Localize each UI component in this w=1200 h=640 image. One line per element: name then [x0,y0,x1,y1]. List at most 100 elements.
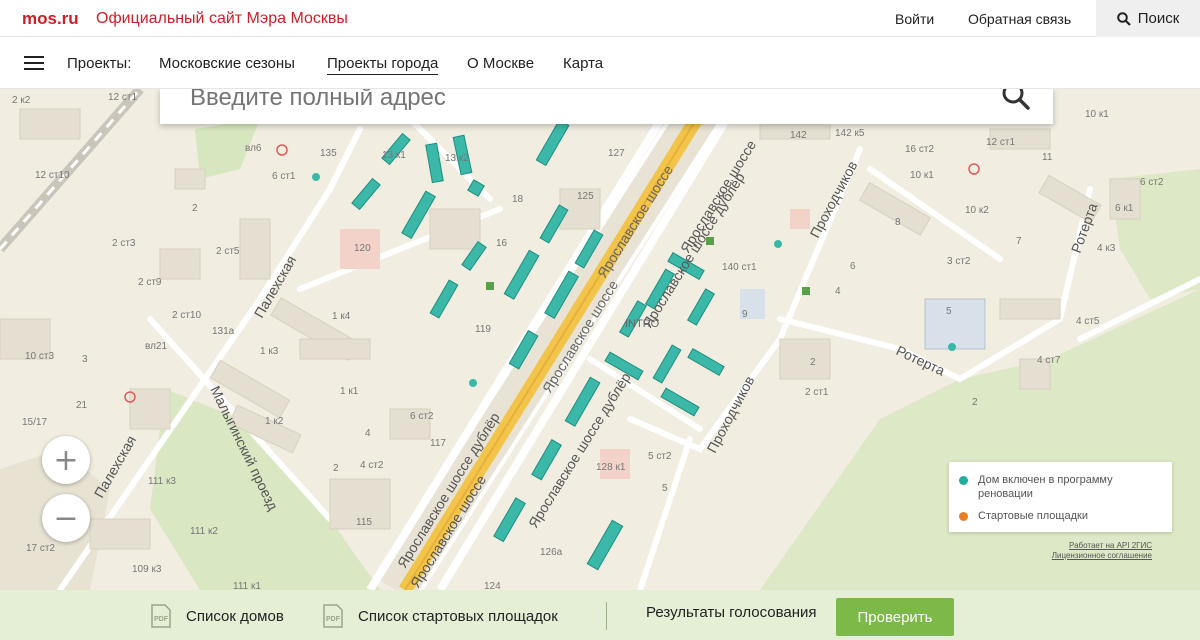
menu-icon[interactable] [24,56,44,71]
svg-text:6 ст2: 6 ст2 [410,411,434,422]
login-link[interactable]: Войти [895,11,934,27]
svg-text:2: 2 [333,463,339,474]
svg-text:INTRO: INTRO [625,318,660,330]
svg-text:1 к1: 1 к1 [340,386,359,397]
svg-text:18: 18 [512,194,524,205]
legend-dot-renovation [959,476,968,485]
svg-text:142 к5: 142 к5 [835,128,865,139]
svg-text:16: 16 [496,238,508,249]
legend-dot-start-sites [959,512,968,521]
legend-label: Дом включен в программу реновации [978,474,1113,500]
nav-item-about-moscow[interactable]: О Москве [467,55,534,72]
houses-list-link[interactable]: PDF Список домов [148,604,284,628]
svg-text:4 к3: 4 к3 [1097,243,1116,254]
voting-results-link[interactable]: Результаты голосования [646,604,817,621]
map-legend: Дом включен в программу реновации Старто… [949,462,1172,532]
svg-text:10 к2: 10 к2 [965,205,989,216]
svg-text:2: 2 [192,203,198,214]
svg-text:12 ст1: 12 ст1 [986,137,1015,148]
svg-text:5 ст2: 5 ст2 [648,451,672,462]
pdf-icon: PDF [323,604,343,628]
projects-nav: Проекты: Московские сезоны Проекты город… [0,37,1200,89]
svg-text:9: 9 [742,309,748,320]
svg-text:вл21: вл21 [145,341,167,352]
svg-text:6 ст1: 6 ст1 [272,171,296,182]
svg-text:5: 5 [946,306,952,317]
sites-list-label: Список стартовых площадок [358,607,558,625]
svg-text:12 ст1: 12 ст1 [108,92,137,103]
svg-text:17 ст2: 17 ст2 [26,543,55,554]
svg-text:2 ст5: 2 ст5 [216,246,240,257]
svg-text:6 ст2: 6 ст2 [1140,177,1164,188]
site-logo[interactable]: mos.ru [22,9,79,29]
svg-text:131а: 131а [212,326,235,337]
svg-text:13 к2: 13 к2 [445,153,469,164]
sites-list-link[interactable]: PDF Список стартовых площадок [320,604,558,628]
svg-text:135: 135 [320,148,337,159]
svg-text:4: 4 [365,428,371,439]
svg-text:124: 124 [484,581,501,590]
svg-text:8: 8 [895,217,901,228]
nav-label: Проекты: [67,55,132,72]
svg-text:2 ст3: 2 ст3 [112,238,136,249]
header-search-label: Поиск [1137,10,1180,27]
svg-text:10 к1: 10 к1 [1085,109,1109,120]
svg-text:2 ст10: 2 ст10 [172,310,201,321]
svg-text:4 ст5: 4 ст5 [1076,316,1100,327]
houses-list-label: Список домов [186,607,284,625]
svg-text:2 ст1: 2 ст1 [805,387,829,398]
svg-text:120: 120 [354,243,371,254]
svg-text:119: 119 [475,324,491,335]
svg-text:6 к1: 6 к1 [1115,203,1134,214]
svg-text:4 ст7: 4 ст7 [1037,355,1061,366]
svg-text:10 к1: 10 к1 [910,170,934,181]
legend-item-start-sites: Стартовые площадки [959,509,1088,523]
svg-text:PDF: PDF [154,616,169,623]
legend-label: Стартовые площадки [978,510,1088,522]
svg-text:1 к4: 1 к4 [332,311,351,322]
svg-text:вл6: вл6 [245,143,262,154]
zoom-out-button[interactable]: − [42,494,90,542]
svg-text:115: 115 [356,517,372,528]
svg-text:142: 142 [790,130,807,141]
header-search-button[interactable]: Поиск [1096,0,1200,37]
api-attribution-link[interactable]: Работает на API 2ГИС [1069,541,1152,550]
svg-text:2: 2 [972,397,978,408]
page: mos.ru Официальный сайт Мэра Москвы Войт… [0,0,1200,640]
svg-text:PDF: PDF [326,616,341,623]
svg-text:5: 5 [662,483,668,494]
svg-text:7: 7 [1016,236,1022,247]
pdf-icon: PDF [151,604,171,628]
svg-text:140 ст1: 140 ст1 [722,262,757,273]
svg-text:12 ст10: 12 ст10 [35,170,70,181]
svg-text:3: 3 [82,354,88,365]
address-search[interactable] [160,82,1053,124]
svg-text:1 к3: 1 к3 [260,346,279,357]
svg-text:111 к2: 111 к2 [190,526,218,537]
nav-item-map[interactable]: Карта [563,55,603,72]
svg-text:1 к2: 1 к2 [265,416,284,427]
svg-text:4: 4 [835,286,841,297]
svg-text:13 к1: 13 к1 [382,150,406,161]
svg-text:128 к1: 128 к1 [596,462,626,473]
zoom-in-button[interactable]: + [42,436,90,484]
nav-item-city-projects[interactable]: Проекты города [327,55,439,75]
svg-text:21: 21 [76,400,88,411]
check-button[interactable]: Проверить [836,598,954,636]
svg-text:10 ст3: 10 ст3 [25,351,54,362]
svg-text:4 ст2: 4 ст2 [360,460,384,471]
svg-text:111 к1: 111 к1 [233,581,261,590]
svg-text:11: 11 [1042,152,1053,163]
top-header: mos.ru Официальный сайт Мэра Москвы Войт… [0,0,1200,37]
nav-item-moscow-seasons[interactable]: Московские сезоны [159,55,295,72]
svg-text:15/17: 15/17 [22,417,47,428]
svg-text:117: 117 [430,438,446,449]
svg-text:6: 6 [850,261,856,272]
license-link[interactable]: Лицензионное соглашение [1052,551,1152,560]
site-title[interactable]: Официальный сайт Мэра Москвы [96,10,348,28]
svg-text:2 к2: 2 к2 [12,95,31,106]
bottom-bar: PDF Список домов PDF Список стартовых пл… [0,590,1200,640]
svg-text:16 ст2: 16 ст2 [905,144,934,155]
svg-text:3 ст2: 3 ст2 [947,256,971,267]
feedback-link[interactable]: Обратная связь [968,11,1071,27]
